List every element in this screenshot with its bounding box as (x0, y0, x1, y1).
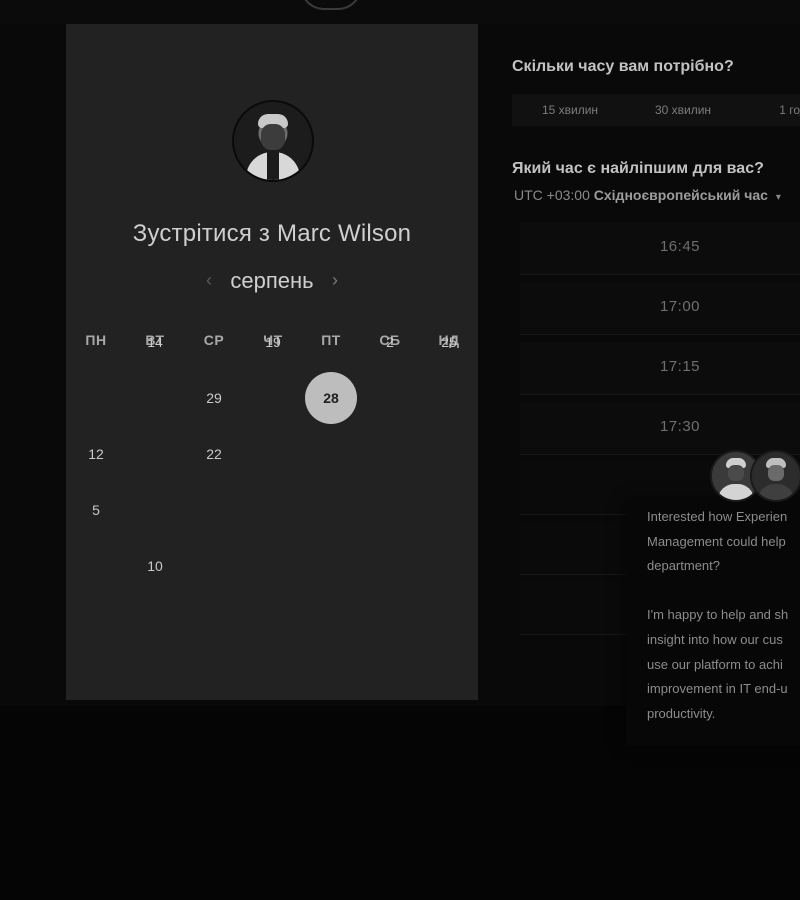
duration-option-60[interactable]: 1 год (738, 94, 800, 126)
scheduler-left-panel: Зустрітися з Marc Wilson серпень ‹ › ПН В… (66, 24, 478, 700)
calendar-day[interactable]: 2 (370, 334, 410, 350)
avatar-face (261, 124, 285, 150)
time-slot[interactable]: 17:00 (520, 282, 800, 335)
top-strip (0, 0, 800, 24)
next-month-icon[interactable]: › (326, 270, 344, 291)
time-slot-label: 17:15 (659, 358, 701, 375)
avatar-face (728, 465, 744, 481)
timezone-selector[interactable]: UTC +03:00 Східноєвропейський час ▾ (514, 187, 781, 203)
calendar-day[interactable]: 22 (194, 446, 234, 462)
weekday-label: ПН (85, 332, 107, 348)
month-label: серпень (230, 268, 314, 293)
chat-message-text: Interested how Experien Management could… (647, 509, 789, 721)
calendar-day[interactable]: 14 (135, 334, 175, 350)
avatar-body (718, 484, 754, 500)
duration-option-30[interactable]: 30 хвилин (628, 94, 738, 126)
avatar-collar (267, 152, 279, 180)
calendar-day[interactable]: 29 (194, 390, 234, 406)
chat-agent-avatar[interactable] (750, 450, 800, 502)
calendar-day[interactable]: 5 (76, 502, 116, 518)
time-slot[interactable]: 17:15 (520, 342, 800, 395)
prev-month-icon[interactable]: ‹ (200, 270, 218, 291)
meeting-title: Зустрітися з Marc Wilson (132, 220, 412, 247)
host-avatar (232, 100, 314, 182)
time-slot[interactable]: 16:45 (520, 222, 800, 275)
duration-heading: Скільки часу вам потрібно? (512, 58, 734, 75)
weekday-label: ПТ (321, 332, 341, 348)
time-slot-label: 16:45 (659, 238, 701, 255)
time-heading: Який час є найліпшим для вас? (512, 160, 764, 177)
header-shape-icon (300, 0, 362, 10)
weekday-label: СР (203, 332, 225, 348)
page: Зустрітися з Marc Wilson серпень ‹ › ПН В… (0, 0, 800, 900)
time-slot[interactable]: 17:30 (520, 402, 800, 455)
calendar-day[interactable]: 25 (429, 334, 469, 350)
caret-down-icon: ▾ (775, 192, 781, 203)
timezone-name: Східноєвропейський час (593, 187, 768, 203)
calendar-day[interactable]: 12 (76, 446, 116, 462)
timezone-offset: UTC +03:00 (514, 187, 590, 203)
calendar-day[interactable]: 10 (135, 558, 175, 574)
time-slot-label: 17:30 (659, 418, 701, 435)
calendar-day[interactable]: 19 (253, 334, 293, 350)
calendar-day-selected[interactable]: 28 (305, 372, 357, 424)
duration-selector: 15 хвилин 30 хвилин 1 год (512, 94, 800, 126)
avatar-face (768, 465, 784, 481)
time-slot-label: 17:00 (659, 298, 701, 315)
avatar-body (758, 484, 794, 500)
duration-option-15[interactable]: 15 хвилин (512, 94, 628, 126)
month-navigation: серпень ‹ › (66, 268, 478, 298)
